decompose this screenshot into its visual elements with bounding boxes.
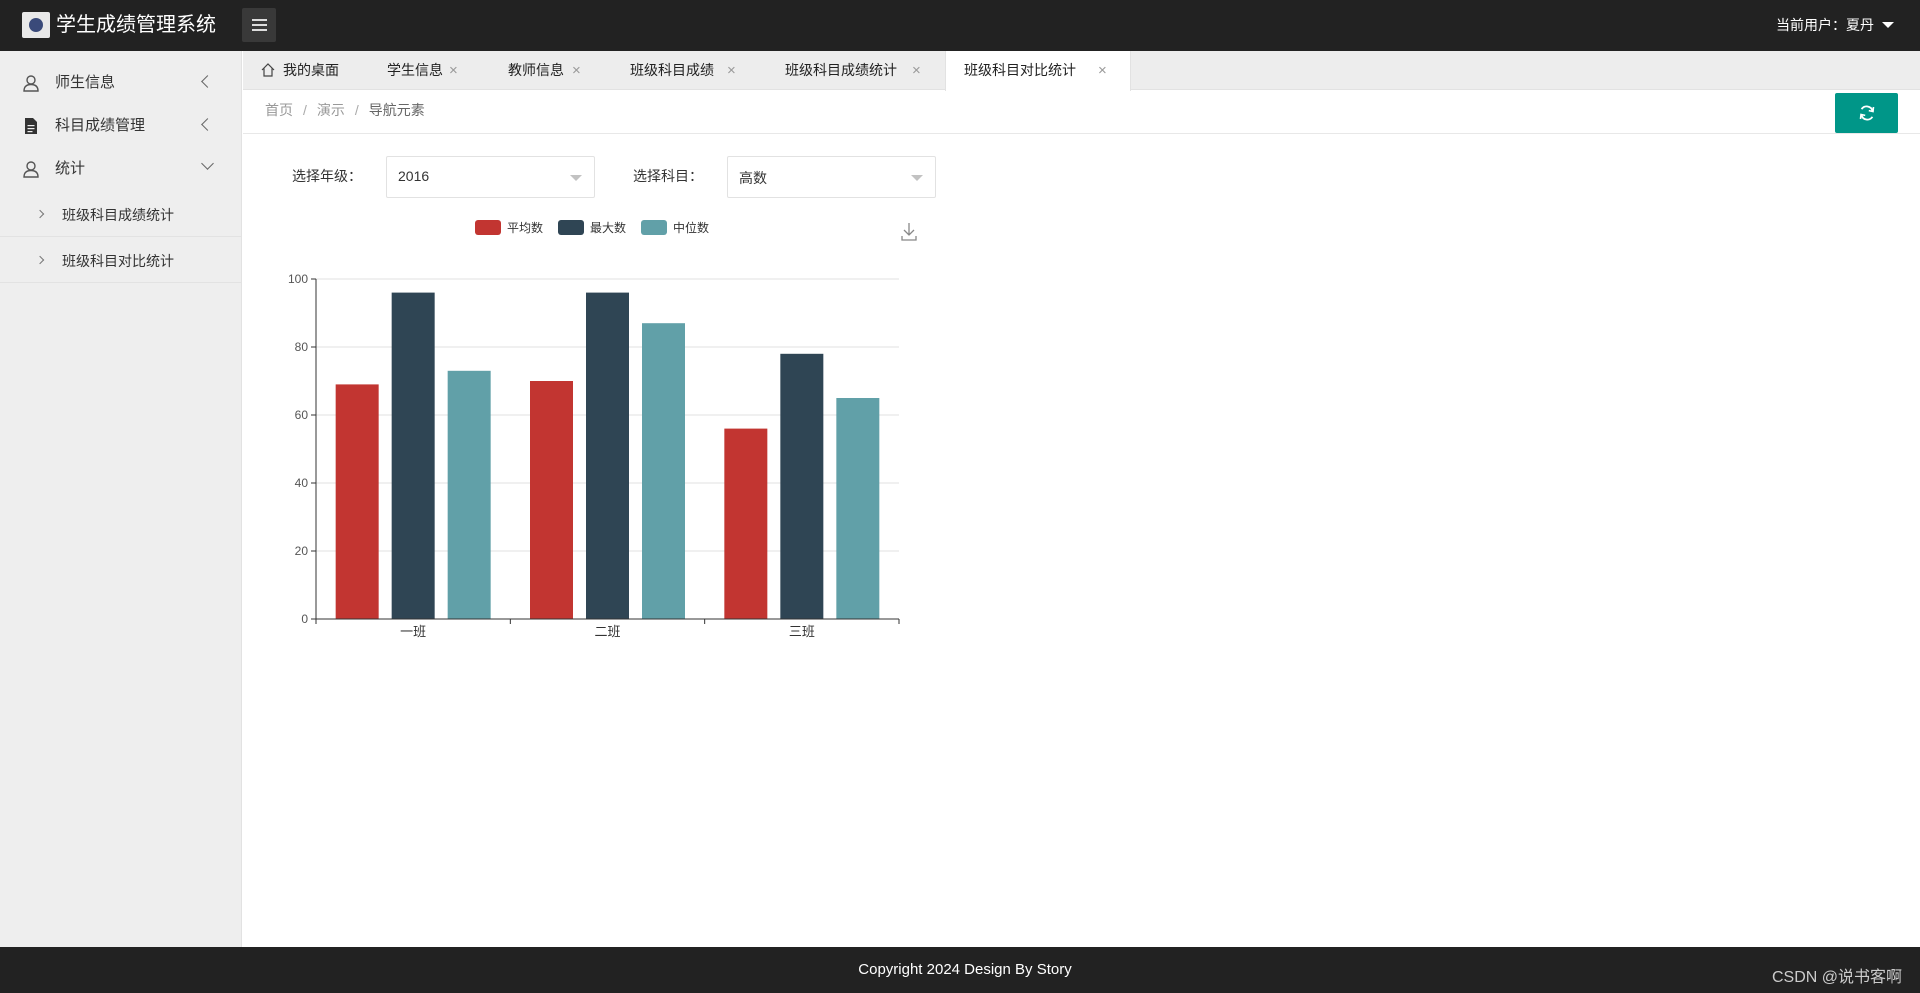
breadcrumb-item-demo[interactable]: 演示 <box>317 102 345 118</box>
breadcrumb-item-current: 导航元素 <box>368 102 425 118</box>
tab-my-desktop[interactable]: 我的桌面 <box>243 51 353 90</box>
subject-label: 选择科目： <box>633 168 703 184</box>
content-divider <box>243 133 1920 134</box>
current-user-menu[interactable]: 当前用户：夏丹 <box>1776 15 1874 35</box>
refresh-icon <box>1859 105 1875 121</box>
tab-class-subject-compare-stats[interactable]: 班级科目对比统计 × <box>945 51 1131 91</box>
tab-label: 教师信息 <box>508 62 564 78</box>
dropdown-caret-icon <box>911 175 923 181</box>
user-icon <box>23 161 39 178</box>
tab-label: 学生信息 <box>387 62 443 78</box>
sidebar-subitem-label: 班级科目成绩统计 <box>62 207 174 223</box>
close-icon[interactable]: × <box>572 51 581 90</box>
download-icon[interactable] <box>901 223 917 241</box>
bar-最大数-三班[interactable] <box>780 353 824 619</box>
legend-label[interactable]: 最大数 <box>590 220 626 235</box>
tab-label: 班级科目成绩统计 <box>785 62 897 78</box>
y-tick-label: 20 <box>295 544 309 558</box>
legend-label[interactable]: 中位数 <box>673 220 709 235</box>
x-tick-label: 一班 <box>400 624 426 639</box>
tab-label: 我的桌面 <box>283 62 339 78</box>
y-tick-label: 100 <box>288 272 308 286</box>
breadcrumb-item-home[interactable]: 首页 <box>265 102 293 118</box>
bar-中位数-三班[interactable] <box>836 398 880 619</box>
dropdown-caret-icon <box>570 175 582 181</box>
tab-student-info[interactable]: 学生信息 × <box>353 51 475 90</box>
bar-平均数-二班[interactable] <box>530 381 573 619</box>
y-tick-label: 0 <box>301 612 308 626</box>
tab-class-subject-score[interactable]: 班级科目成绩 × <box>597 51 751 90</box>
sidebar-subitem-class-compare-stats[interactable]: 班级科目对比统计 <box>0 237 242 283</box>
document-icon <box>25 118 37 134</box>
grade-select-value: 2016 <box>398 168 430 184</box>
bar-平均数-三班[interactable] <box>724 428 768 619</box>
menu-toggle-button[interactable] <box>242 8 276 42</box>
subject-select-value: 高数 <box>739 170 767 186</box>
close-icon[interactable]: × <box>1098 51 1107 90</box>
grade-select[interactable]: 2016 <box>386 156 595 198</box>
logo <box>22 12 50 38</box>
close-icon[interactable]: × <box>449 51 458 90</box>
bar-中位数-一班[interactable] <box>447 370 491 619</box>
tab-teacher-info[interactable]: 教师信息 × <box>475 51 597 90</box>
sidebar-item-label: 科目成绩管理 <box>55 117 146 134</box>
sidebar-item-score-management[interactable]: 科目成绩管理 <box>0 104 242 147</box>
tab-class-subject-score-stats[interactable]: 班级科目成绩统计 × <box>751 51 932 90</box>
sidebar: 师生信息 科目成绩管理 统计 班级科目成绩统计 班级科目对比统计 <box>0 51 242 947</box>
tab-label: 班级科目成绩 <box>630 62 714 78</box>
sidebar-item-label: 统计 <box>55 160 86 177</box>
y-tick-label: 60 <box>295 408 309 422</box>
sidebar-subitem-label: 班级科目对比统计 <box>62 253 174 269</box>
refresh-button[interactable] <box>1835 93 1898 133</box>
legend-swatch[interactable] <box>558 220 584 235</box>
app-title: 学生成绩管理系统 <box>56 14 216 36</box>
x-tick-label: 二班 <box>594 624 620 639</box>
legend-swatch[interactable] <box>641 220 667 235</box>
home-icon <box>261 63 275 77</box>
bar-最大数-二班[interactable] <box>586 292 629 619</box>
close-icon[interactable]: × <box>727 51 736 90</box>
user-icon <box>23 75 39 92</box>
copyright-text: Copyright 2024 Design By Story <box>858 961 1072 978</box>
y-tick-label: 40 <box>295 476 309 490</box>
breadcrumb: 首页 / 演示 / 导航元素 <box>265 100 425 120</box>
footer: Copyright 2024 Design By Story CSDN @说书客… <box>0 947 1920 993</box>
tab-bar: 我的桌面 学生信息 × 教师信息 × 班级科目成绩 × 班级科目成绩统计 × 班… <box>243 51 1920 91</box>
chevron-down-icon <box>201 157 214 170</box>
tab-label: 班级科目对比统计 <box>964 62 1076 78</box>
bar-最大数-一班[interactable] <box>391 292 435 619</box>
chevron-left-icon <box>201 118 214 131</box>
chevron-right-icon <box>35 255 45 265</box>
chevron-down-icon[interactable] <box>1882 22 1894 28</box>
chevron-right-icon <box>35 209 45 219</box>
subject-select[interactable]: 高数 <box>727 156 936 198</box>
sidebar-item-label: 师生信息 <box>55 74 116 91</box>
bar-中位数-二班[interactable] <box>642 323 685 619</box>
close-icon[interactable]: × <box>912 51 921 90</box>
breadcrumb-separator: / <box>354 102 359 118</box>
bar-平均数-一班[interactable] <box>335 384 379 619</box>
chevron-left-icon <box>201 75 214 88</box>
top-header: 学生成绩管理系统 当前用户：夏丹 <box>0 0 1920 51</box>
legend-label[interactable]: 平均数 <box>507 220 543 235</box>
sidebar-item-statistics[interactable]: 统计 <box>0 147 242 190</box>
y-tick-label: 80 <box>295 340 309 354</box>
x-tick-label: 三班 <box>789 624 815 639</box>
bar-chart: 0 20 40 60 80 100 一班 二班 三班 平均数 最大数 中位数 <box>288 220 917 639</box>
grade-label: 选择年级： <box>292 168 362 184</box>
breadcrumb-separator: / <box>303 102 307 118</box>
sidebar-subitem-class-score-stats[interactable]: 班级科目成绩统计 <box>0 191 242 237</box>
legend-swatch[interactable] <box>475 220 501 235</box>
watermark-text: CSDN @说书客啊 <box>1771 969 1902 986</box>
sidebar-item-teacher-student-info[interactable]: 师生信息 <box>0 61 242 104</box>
